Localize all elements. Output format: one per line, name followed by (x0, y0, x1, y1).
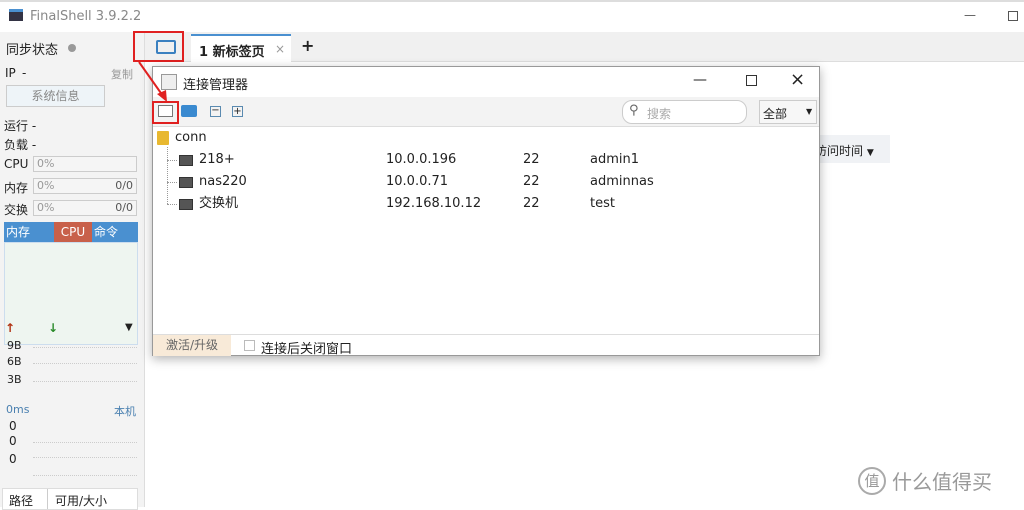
ping-tick: 0 (9, 452, 17, 466)
tab-close-icon[interactable]: × (275, 42, 285, 56)
app-title: FinalShell 3.9.2.2 (30, 9, 142, 24)
tab-label: 1 新标签页 (199, 45, 265, 60)
swap-label: 交换 (4, 203, 29, 217)
connection-name: 交换机 (199, 196, 239, 211)
close-after-connect-checkbox[interactable] (244, 340, 255, 351)
highlight-box (133, 31, 184, 62)
tab-cpu[interactable]: CPU (54, 222, 92, 242)
search-icon: ⚲ (629, 103, 639, 118)
connection-port: 22 (523, 174, 540, 189)
tab-bar: 1 新标签页 × + (145, 32, 1024, 62)
sidebar: 同步状态 IP - 复制 系统信息 运行 - 负载 - CPU 0% 内存 0%… (0, 32, 145, 510)
tree-folder[interactable]: conn (153, 127, 819, 149)
connection-user: admin1 (590, 152, 640, 167)
ip-label: IP (5, 66, 16, 80)
watermark: 值 什么值得买 (858, 466, 992, 495)
disk-col-size: 可用/大小 (55, 494, 108, 508)
connection-host: 10.0.0.71 (386, 174, 449, 189)
terminal-icon (179, 177, 193, 188)
maximize-button[interactable] (1008, 11, 1018, 21)
terminal-icon (179, 199, 193, 210)
swap-bar: 0% 0/0 (33, 200, 137, 216)
sort-dropdown-label: 访问时间 (815, 144, 864, 158)
search-placeholder: 搜索 (647, 107, 672, 121)
process-list (4, 242, 138, 345)
process-tabs: 内存 CPU 命令 (4, 222, 138, 242)
dialog-toolbar: − + ⚲ 搜索 全部 ▼ (153, 97, 819, 127)
copy-button[interactable]: 复制 (111, 66, 133, 82)
connection-user: test (590, 196, 615, 211)
connection-row[interactable]: 交换机 192.168.10.12 22 test (153, 193, 819, 215)
tab-memory[interactable]: 内存 (6, 222, 30, 242)
cpu-value: 0% (37, 157, 55, 170)
annotation-arrow (138, 61, 167, 102)
dialog-maximize-button[interactable] (746, 75, 757, 86)
filter-select[interactable]: 全部 ▼ (759, 100, 817, 124)
connection-row[interactable]: 218+ 10.0.0.196 22 admin1 (153, 149, 819, 171)
system-info-button[interactable]: 系统信息 (6, 85, 105, 107)
ping-tick: 0 (9, 419, 17, 433)
memory-value: 0% (37, 179, 55, 192)
close-after-connect-label: 连接后关闭窗口 (261, 342, 353, 357)
activate-upgrade-button[interactable]: 激活/升级 (153, 335, 231, 356)
search-input[interactable]: ⚲ 搜索 (622, 100, 747, 124)
collapse-all-icon[interactable]: − (210, 106, 221, 117)
filter-value: 全部 (763, 107, 788, 121)
ping-latency: 0ms (6, 403, 30, 416)
dialog-footer: 激活/升级 连接后关闭窗口 (153, 334, 819, 357)
sync-status-dot (68, 44, 76, 52)
new-folder-icon[interactable] (181, 105, 197, 117)
ip-value: - (22, 66, 27, 80)
swap-value: 0% (37, 201, 55, 214)
net-tick: 3B (7, 373, 22, 386)
upload-arrow-icon: ↑ (5, 321, 16, 335)
uptime-label: 运行 - (4, 119, 37, 133)
terminal-icon (179, 155, 193, 166)
folder-name: conn (175, 130, 207, 145)
watermark-logo-icon: 值 (858, 466, 886, 495)
cpu-bar: 0% (33, 156, 137, 172)
disk-col-path: 路径 (9, 494, 34, 508)
connection-manager-dialog: 连接管理器 — × − + ⚲ 搜索 全部 ▼ conn 218+ 10.0.0… (152, 66, 820, 357)
net-tick: 6B (7, 355, 22, 368)
connection-row[interactable]: nas220 10.0.0.71 22 adminnas (153, 171, 819, 193)
expand-all-icon[interactable]: + (232, 106, 243, 117)
sync-status-label: 同步状态 (6, 43, 59, 58)
connection-host: 10.0.0.196 (386, 152, 457, 167)
ping-tick: 0 (9, 434, 17, 448)
dialog-title: 连接管理器 (183, 78, 249, 93)
download-arrow-icon: ↓ (48, 321, 59, 335)
app-title-bar: FinalShell 3.9.2.2 — (0, 0, 1024, 32)
dialog-minimize-button[interactable]: — (693, 72, 707, 88)
watermark-text: 什么值得买 (892, 470, 992, 494)
swap-ratio: 0/0 (115, 201, 133, 214)
connection-tree: conn 218+ 10.0.0.196 22 admin1 nas220 10… (153, 127, 819, 333)
dialog-close-button[interactable]: × (790, 69, 805, 90)
tab-new-tab[interactable]: 1 新标签页 × (191, 34, 291, 62)
tab-command[interactable]: 命令 (94, 222, 118, 242)
memory-bar: 0% 0/0 (33, 178, 137, 194)
memory-label: 内存 (4, 181, 29, 195)
memory-ratio: 0/0 (115, 179, 133, 192)
ping-host[interactable]: 本机 (114, 403, 136, 419)
connection-name: 218+ (199, 152, 235, 167)
network-dropdown-icon[interactable]: ▼ (125, 322, 133, 333)
minimize-button[interactable]: — (964, 8, 976, 22)
cpu-label: CPU (4, 157, 29, 171)
connection-name: nas220 (199, 174, 247, 189)
app-icon (9, 9, 23, 21)
load-label: 负载 - (4, 138, 37, 152)
folder-icon (157, 131, 169, 145)
connection-host: 192.168.10.12 (386, 196, 482, 211)
connection-user: adminnas (590, 174, 654, 189)
add-tab-button[interactable]: + (301, 36, 314, 55)
net-tick: 9B (7, 339, 22, 352)
connection-port: 22 (523, 196, 540, 211)
connection-port: 22 (523, 152, 540, 167)
